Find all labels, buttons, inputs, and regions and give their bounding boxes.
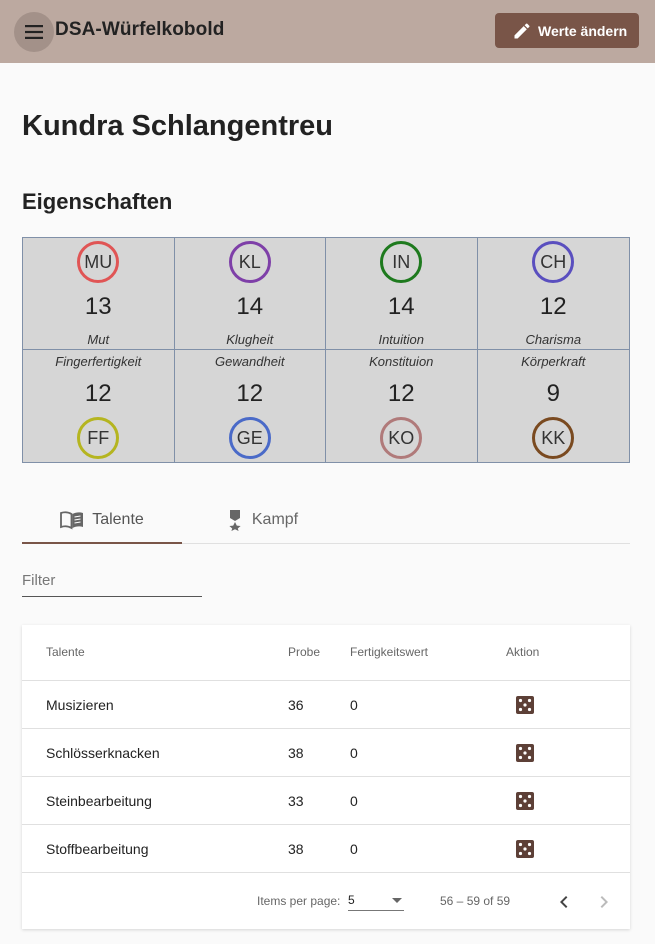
talent-fw: 0 bbox=[350, 793, 358, 809]
attribute-value-kk: 9 bbox=[546, 380, 560, 407]
talent-name: Stoffbearbeitung bbox=[46, 841, 149, 857]
dice-icon[interactable] bbox=[516, 840, 534, 858]
dice-icon[interactable] bbox=[516, 792, 534, 810]
talent-probe: 36 bbox=[288, 697, 304, 713]
attribute-value-mu: 13 bbox=[84, 293, 112, 320]
talents-table: Talente Probe Fertigkeitswert Aktion Mus… bbox=[22, 625, 630, 929]
filter-field[interactable] bbox=[22, 567, 202, 597]
attribute-badge-mu: MU bbox=[77, 241, 120, 283]
attribute-cell-ff: Fingerfertigkeit 12 FF bbox=[23, 350, 175, 462]
attribute-value-ge: 12 bbox=[236, 380, 264, 407]
attribute-label-kl: Klugheit bbox=[226, 332, 274, 347]
attribute-label-ge: Gewandheit bbox=[215, 354, 285, 369]
attribute-cell-kl: KL 14 Klugheit bbox=[174, 238, 326, 350]
talent-fw: 0 bbox=[350, 745, 358, 761]
table-row: Schlösserknacken 38 0 bbox=[22, 729, 630, 777]
attribute-cell-ge: Gewandheit 12 GE bbox=[174, 350, 326, 462]
attribute-badge-kk: KK bbox=[532, 417, 575, 459]
attribute-cell-ko: Konstituion 12 KO bbox=[326, 350, 478, 462]
table-header: Talente Probe Fertigkeitswert Aktion bbox=[22, 625, 630, 681]
attribute-value-kl: 14 bbox=[236, 293, 264, 320]
medal-icon bbox=[229, 510, 241, 531]
attributes-title: Eigenschaften bbox=[22, 189, 173, 214]
tab-talente-label: Talente bbox=[92, 510, 144, 528]
attribute-label-kk: Körperkraft bbox=[521, 354, 586, 369]
attribute-badge-kl: KL bbox=[228, 241, 271, 283]
chevron-left-icon[interactable] bbox=[552, 890, 576, 914]
talent-name: Schlösserknacken bbox=[46, 745, 160, 761]
app-title: DSA-Würfelkobold bbox=[55, 19, 225, 40]
app-toolbar: DSA-Würfelkobold Werte ändern bbox=[0, 0, 655, 63]
table-row: Musizieren 36 0 bbox=[22, 681, 630, 729]
talent-fw: 0 bbox=[350, 841, 358, 857]
pencil-icon bbox=[514, 22, 530, 38]
dice-icon[interactable] bbox=[516, 744, 534, 762]
items-per-page-value: 5 bbox=[348, 893, 355, 907]
attribute-value-in: 14 bbox=[387, 293, 415, 320]
column-header-talente[interactable]: Talente bbox=[46, 645, 85, 659]
attribute-label-ko: Konstituion bbox=[369, 354, 434, 369]
column-header-fertigkeitswert[interactable]: Fertigkeitswert bbox=[350, 645, 428, 659]
talent-probe: 38 bbox=[288, 745, 304, 761]
attribute-badge-ge: GE bbox=[228, 417, 271, 459]
column-header-aktion: Aktion bbox=[506, 645, 540, 659]
attributes-grid: MU 13 Mut KL 14 Klugheit IN 14 Intuition… bbox=[22, 237, 630, 463]
attribute-label-ff: Fingerfertigkeit bbox=[55, 354, 142, 369]
tab-kampf[interactable]: Kampf bbox=[182, 497, 342, 543]
tab-talente[interactable]: Talente bbox=[22, 497, 182, 544]
filter-input[interactable] bbox=[22, 567, 202, 593]
items-per-page-label: Items per page: bbox=[257, 894, 341, 908]
table-row: Steinbearbeitung 33 0 bbox=[22, 777, 630, 825]
attribute-badge-in: IN bbox=[380, 241, 423, 283]
attribute-cell-in: IN 14 Intuition bbox=[326, 238, 478, 350]
attribute-badge-ff: FF bbox=[77, 417, 120, 459]
attribute-value-ch: 12 bbox=[539, 293, 567, 320]
paginator: Items per page: 5 56 – 59 of 59 bbox=[22, 873, 630, 929]
tab-bar: Talente Kampf bbox=[22, 497, 630, 544]
attribute-cell-ch: CH 12 Charisma bbox=[477, 238, 629, 350]
attribute-label-ch: Charisma bbox=[525, 332, 582, 347]
talent-fw: 0 bbox=[350, 697, 358, 713]
items-per-page-select[interactable]: 5 bbox=[348, 889, 404, 911]
edit-values-button[interactable]: Werte ändern bbox=[495, 13, 639, 48]
talent-name: Musizieren bbox=[46, 697, 114, 713]
character-name: Kundra Schlangentreu bbox=[22, 110, 333, 142]
dropdown-arrow-icon bbox=[392, 898, 402, 903]
attribute-badge-ko: KO bbox=[380, 417, 423, 459]
book-icon bbox=[60, 510, 84, 530]
attribute-badge-ch: CH bbox=[532, 241, 575, 283]
tab-kampf-label: Kampf bbox=[251, 511, 299, 528]
attribute-value-ff: 12 bbox=[84, 380, 112, 407]
page-range-label: 56 – 59 of 59 bbox=[440, 894, 511, 908]
talent-probe: 38 bbox=[288, 841, 304, 857]
chevron-right-icon[interactable] bbox=[592, 890, 616, 914]
attribute-label-in: Intuition bbox=[378, 332, 425, 347]
edit-values-label: Werte ändern bbox=[538, 22, 628, 39]
column-header-probe[interactable]: Probe bbox=[288, 645, 320, 659]
talent-name: Steinbearbeitung bbox=[46, 793, 152, 809]
dice-icon[interactable] bbox=[516, 696, 534, 714]
attribute-cell-kk: Körperkraft 9 KK bbox=[477, 350, 629, 462]
attribute-cell-mu: MU 13 Mut bbox=[23, 238, 175, 350]
table-row: Stoffbearbeitung 38 0 bbox=[22, 825, 630, 873]
menu-button[interactable] bbox=[14, 12, 54, 52]
attribute-value-ko: 12 bbox=[387, 380, 415, 407]
menu-icon bbox=[25, 25, 43, 39]
talent-probe: 33 bbox=[288, 793, 304, 809]
attribute-label-mu: Mut bbox=[87, 332, 110, 347]
